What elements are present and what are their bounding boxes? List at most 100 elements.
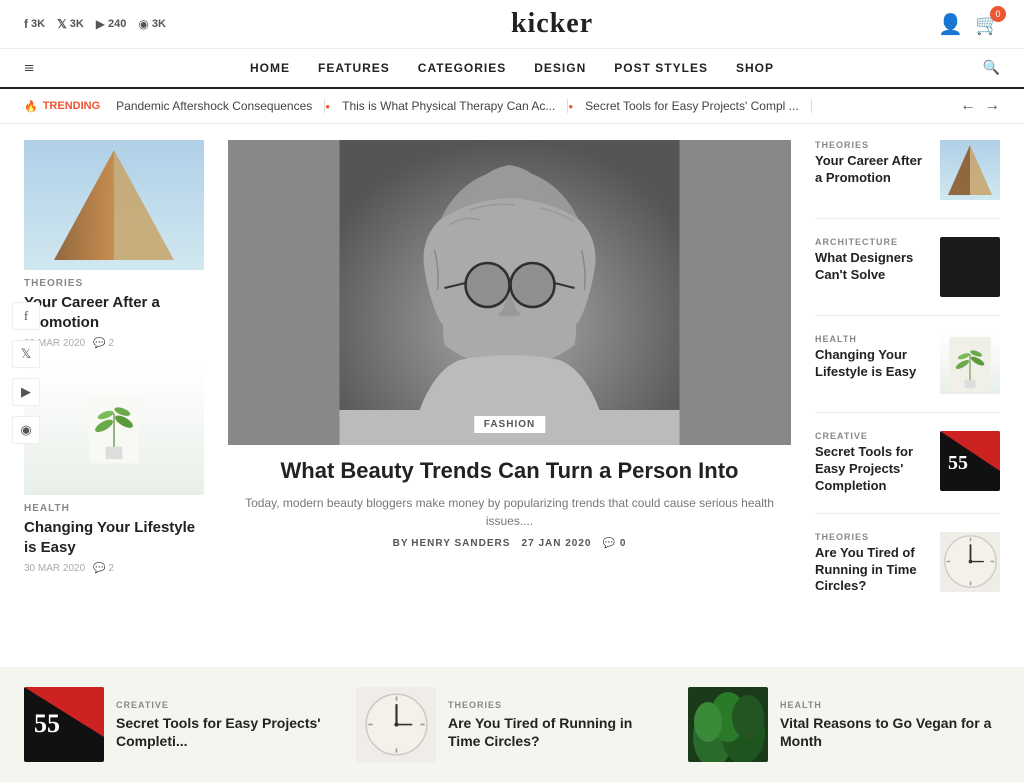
right-article-2-title[interactable]: What Designers Can't Solve (815, 250, 930, 284)
social-counts: f 3K 𝕏 3K ▶ 240 ◉ 3K (24, 17, 166, 31)
bottom-card-3-thumb[interactable] (688, 687, 768, 762)
nav-design[interactable]: DESIGN (534, 61, 586, 75)
hamburger-menu[interactable]: ≡ (24, 58, 34, 79)
left-article-2-meta: 30 MAR 2020 💬 2 (24, 563, 204, 574)
right-article-2-content: ARCHITECTURE What Designers Can't Solve (815, 237, 930, 284)
site-logo[interactable]: kicker (511, 8, 593, 40)
right-article-5-thumb[interactable] (940, 532, 1000, 592)
facebook-count[interactable]: f 3K (24, 17, 45, 31)
trending-bar: 🔥 TRENDING Pandemic Aftershock Consequen… (0, 89, 1024, 124)
right-column: THEORIES Your Career After a Promotion A… (815, 140, 1000, 631)
left-article-1: THEORIES Your Career After a Promotion 3… (24, 140, 204, 349)
instagram-count[interactable]: ◉ 3K (138, 17, 166, 31)
sidebar-instagram[interactable]: ◉ (12, 416, 40, 444)
main-layout: THEORIES Your Career After a Promotion 3… (0, 124, 1024, 647)
right-article-4-cat: CREATIVE (815, 431, 930, 441)
svg-text:55: 55 (34, 709, 60, 738)
nav-bar: ≡ HOME FEATURES CATEGORIES DESIGN POST S… (0, 49, 1024, 89)
left-article-1-comments: 💬 2 (93, 338, 114, 349)
nav-search[interactable]: 🔍 (983, 60, 1000, 77)
right-article-2-thumb[interactable] (940, 237, 1000, 297)
bottom-card-3-info: HEALTH Vital Reasons to Go Vegan for a M… (780, 700, 1000, 750)
trending-next[interactable]: → (984, 97, 1000, 115)
nav-features[interactable]: FEATURES (318, 61, 390, 75)
top-bar: f 3K 𝕏 3K ▶ 240 ◉ 3K kicker 👤 🛒 0 (0, 0, 1024, 49)
bottom-card-2: THEORIES Are You Tired of Running in Tim… (356, 687, 668, 762)
center-article-date: 27 JAN 2020 (522, 538, 592, 549)
nav-home[interactable]: HOME (250, 61, 290, 75)
trending-item-2[interactable]: This is What Physical Therapy Can Ac... (330, 99, 568, 113)
left-article-1-cat: THEORIES (24, 278, 204, 289)
center-article-title[interactable]: What Beauty Trends Can Turn a Person Int… (228, 457, 791, 486)
right-article-2: ARCHITECTURE What Designers Can't Solve (815, 237, 1000, 316)
left-column: THEORIES Your Career After a Promotion 3… (24, 140, 204, 631)
left-article-2-comments: 💬 2 (93, 563, 114, 574)
center-article-excerpt: Today, modern beauty bloggers make money… (228, 494, 791, 530)
left-article-2-date: 30 MAR 2020 (24, 563, 85, 574)
trending-items: Pandemic Aftershock Consequences ● This … (116, 99, 944, 113)
twitter-count[interactable]: 𝕏 3K (57, 17, 84, 31)
bottom-card-2-thumb[interactable] (356, 687, 436, 762)
right-article-3: HEALTH Changing Your Lifestyle is Easy (815, 334, 1000, 413)
left-article-1-title[interactable]: Your Career After a Promotion (24, 293, 204, 332)
trending-nav: ← → (960, 97, 1000, 115)
user-icon[interactable]: 👤 (938, 12, 963, 37)
right-article-4: CREATIVE Secret Tools for Easy Projects'… (815, 431, 1000, 514)
right-article-5-cat: THEORIES (815, 532, 930, 542)
right-article-5-title[interactable]: Are You Tired of Running in Time Circles… (815, 545, 930, 596)
youtube-icon: ▶ (96, 17, 105, 31)
bottom-card-1-info: CREATIVE Secret Tools for Easy Projects'… (116, 700, 336, 750)
bottom-card-2-info: THEORIES Are You Tired of Running in Tim… (448, 700, 668, 750)
right-article-4-title[interactable]: Secret Tools for Easy Projects' Completi… (815, 444, 930, 495)
svg-text:55: 55 (948, 452, 968, 474)
left-article-2-title[interactable]: Changing Your Lifestyle is Easy (24, 518, 204, 557)
center-article-comments: 💬 0 (603, 538, 627, 549)
right-article-2-cat: ARCHITECTURE (815, 237, 930, 247)
instagram-number: 3K (152, 18, 166, 30)
center-main-image[interactable]: FASHION (228, 140, 791, 445)
right-article-1-title[interactable]: Your Career After a Promotion (815, 153, 930, 187)
trending-prev[interactable]: ← (960, 97, 976, 115)
bottom-card-1-thumb[interactable]: 55 (24, 687, 104, 762)
right-article-1-thumb[interactable] (940, 140, 1000, 200)
left-article-2-thumb[interactable] (24, 365, 204, 495)
left-article-1-meta: 30 MAR 2020 💬 2 (24, 338, 204, 349)
left-article-2: HEALTH Changing Your Lifestyle is Easy 3… (24, 365, 204, 574)
right-article-4-content: CREATIVE Secret Tools for Easy Projects'… (815, 431, 930, 495)
sidebar-youtube[interactable]: ▶ (12, 378, 40, 406)
right-article-3-title[interactable]: Changing Your Lifestyle is Easy (815, 347, 930, 381)
bottom-card-2-cat: THEORIES (448, 700, 668, 710)
nav-shop[interactable]: SHOP (736, 61, 774, 75)
nav-post-styles[interactable]: POST STYLES (614, 61, 708, 75)
twitter-number: 3K (70, 18, 84, 30)
bottom-card-3: HEALTH Vital Reasons to Go Vegan for a M… (688, 687, 1000, 762)
cart-icon-wrap[interactable]: 🛒 0 (975, 12, 1000, 37)
facebook-icon: f (24, 17, 28, 31)
center-article-byline: BY HENRY SANDERS 27 JAN 2020 💬 0 (228, 538, 791, 549)
trending-item-1[interactable]: Pandemic Aftershock Consequences (116, 99, 325, 113)
youtube-count[interactable]: ▶ 240 (96, 17, 127, 31)
right-article-3-thumb[interactable] (940, 334, 1000, 394)
sidebar-twitter[interactable]: 𝕏 (12, 340, 40, 368)
left-article-1-thumb[interactable] (24, 140, 204, 270)
bottom-strip-inner: 55 CREATIVE Secret Tools for Easy Projec… (24, 687, 1000, 762)
cart-badge: 0 (990, 6, 1006, 22)
nav-categories[interactable]: CATEGORIES (418, 61, 506, 75)
bottom-card-1-cat: CREATIVE (116, 700, 336, 710)
center-article-author: HENRY SANDERS (411, 538, 510, 549)
right-article-5-content: THEORIES Are You Tired of Running in Tim… (815, 532, 930, 596)
trending-label: 🔥 TRENDING (24, 100, 100, 113)
by-label: BY (393, 538, 409, 549)
search-icon: 🔍 (983, 61, 1000, 76)
right-article-3-content: HEALTH Changing Your Lifestyle is Easy (815, 334, 930, 381)
right-article-4-thumb[interactable]: 55 (940, 431, 1000, 491)
bottom-strip: 55 CREATIVE Secret Tools for Easy Projec… (0, 667, 1024, 782)
right-article-1-cat: THEORIES (815, 140, 930, 150)
trending-item-3[interactable]: Secret Tools for Easy Projects' Compl ..… (573, 99, 811, 113)
youtube-number: 240 (108, 18, 126, 30)
right-article-1-content: THEORIES Your Career After a Promotion (815, 140, 930, 187)
right-article-3-cat: HEALTH (815, 334, 930, 344)
instagram-icon: ◉ (138, 17, 148, 31)
right-article-1: THEORIES Your Career After a Promotion (815, 140, 1000, 219)
sidebar-facebook[interactable]: f (12, 302, 40, 330)
